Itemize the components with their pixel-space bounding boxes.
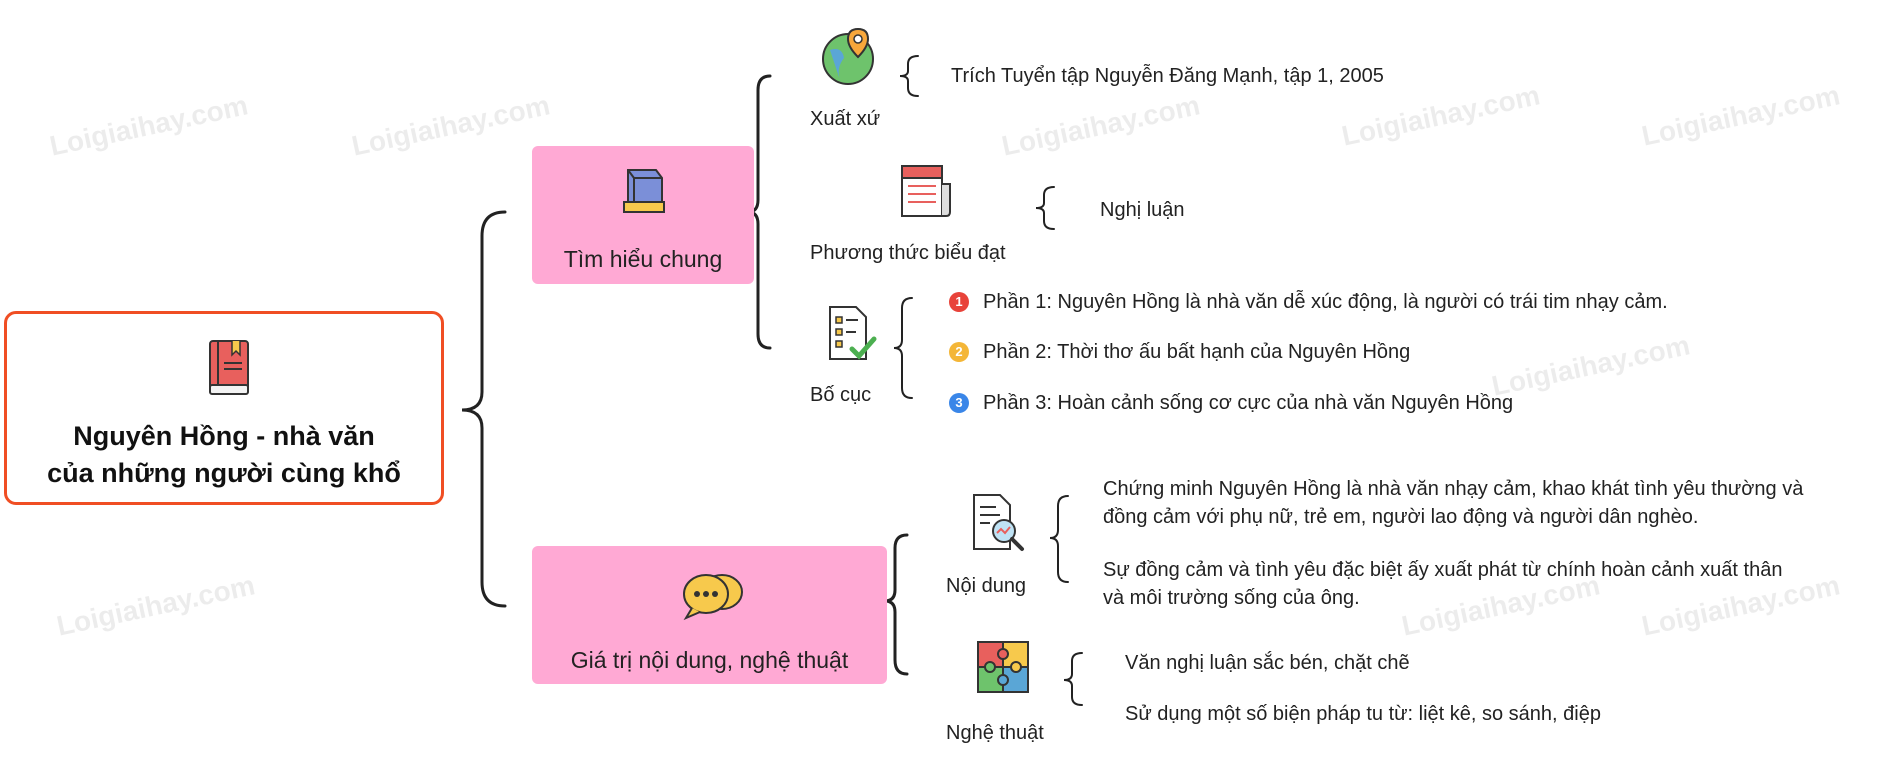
book-icon [209,340,249,395]
branch-label: Giá trị nội dung, nghệ thuật [570,647,849,673]
newspaper-icon [901,165,951,217]
node-bo-cuc: Bố cục [810,384,872,406]
bo-cuc-text: Phần 3: Hoàn cảnh sống cơ cực của nhà vă… [983,392,1514,414]
root-title: Nguyên Hồng - nhà văn của những người cù… [7,418,441,492]
document-search-icon [973,494,1024,551]
detail-nghe-thuat-1: Văn nghị luận sắc bén, chặt chẽ [1125,652,1410,674]
number-badge: 3 [949,393,969,413]
detail-noi-dung-1a: Chứng minh Nguyên Hồng là nhà văn nhạy c… [1103,478,1804,500]
chat-bubbles-icon [683,574,743,621]
puzzle-icon [977,641,1029,693]
bo-cuc-text: Phần 1: Nguyên Hồng là nhà văn dễ xúc độ… [983,291,1668,313]
node-xuat-xu: Xuất xứ [810,108,881,130]
checklist-icon [829,306,877,360]
bo-cuc-item-2: 2 Phần 2: Thời thơ ấu bất hạnh của Nguyên… [949,341,1410,364]
detail-xuat-xu: Trích Tuyển tập Nguyễn Đăng Mạnh, tập 1,… [951,65,1384,87]
node-phuong-thuc: Phương thức biểu đạt [810,242,1006,264]
node-noi-dung: Nội dung [946,575,1027,597]
book-stack-icon [623,169,665,213]
root-node: Nguyên Hồng - nhà văn của những người cù… [4,311,444,505]
branch-gia-tri: Giá trị nội dung, nghệ thuật [532,546,887,684]
node-nghe-thuat: Nghệ thuật [946,722,1044,744]
bo-cuc-text: Phần 2: Thời thơ ấu bất hạnh của Nguyên … [983,341,1411,363]
detail-phuong-thuc: Nghị luận [1100,199,1185,221]
root-title-line-2: của những người cùng khổ [47,458,401,488]
bo-cuc-item-1: 1 Phần 1: Nguyên Hồng là nhà văn dễ xúc đ… [949,291,1668,314]
detail-noi-dung-1b: đồng cảm với phụ nữ, trẻ em, người lao đ… [1103,506,1699,528]
detail-noi-dung-2b: và môi trường sống của ông. [1103,587,1360,609]
branch-tim-hieu-chung: Tìm hiểu chung [532,146,754,284]
globe-pin-icon [822,28,874,85]
number-badge: 2 [949,342,969,362]
detail-nghe-thuat-2: Sử dụng một số biện pháp tu từ: liệt kê,… [1125,703,1601,725]
branch-label: Tìm hiểu chung [563,246,723,272]
root-title-line-1: Nguyên Hồng - nhà văn [73,421,375,451]
detail-noi-dung-2a: Sự đồng cảm và tình yêu đặc biệt ấy xuất… [1103,559,1783,581]
number-badge: 1 [949,292,969,312]
bo-cuc-item-3: 3 Phần 3: Hoàn cảnh sống cơ cực của nhà v… [949,392,1513,415]
